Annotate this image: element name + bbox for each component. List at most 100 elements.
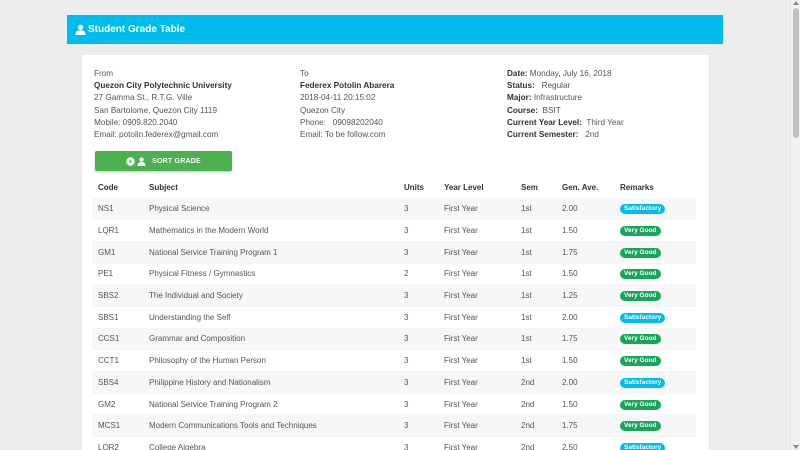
grade-table: Code Subject Units Year Level Sem Gen. A… <box>92 177 696 450</box>
cell-units: 3 <box>398 349 438 372</box>
remark-badge: Satisfactory <box>620 377 666 388</box>
remark-badge: Very Good <box>620 356 661 367</box>
cell-code: GM2 <box>92 392 143 415</box>
cell-sem: 1st <box>515 305 556 329</box>
cell-subject: Philosophy of the Human Person <box>143 349 398 372</box>
cell-code: LQR2 <box>92 436 143 450</box>
col-header-code[interactable]: Code <box>92 177 143 198</box>
table-row: CCT1 Philosophy of the Human Person 3 First… <box>92 349 696 372</box>
from-label: From <box>94 69 114 78</box>
col-header-remarks[interactable]: Remarks <box>614 177 696 198</box>
remark-badge: Very Good <box>620 291 661 302</box>
table-row: PE1 Physical Fitness / Gymnastics 2 First Y… <box>92 262 696 285</box>
to-label: To <box>300 69 309 78</box>
vertical-scrollbar[interactable] <box>790 0 800 450</box>
cell-sem: 1st <box>515 327 556 350</box>
cell-sem: 1st <box>515 284 556 307</box>
from-line: Mobile: 0909.820.2040 <box>94 117 178 127</box>
col-header-gen-ave[interactable]: Gen. Ave. <box>556 177 614 198</box>
to-name: Federex Potolin Abarera <box>300 81 395 91</box>
cell-year: First Year <box>438 284 515 307</box>
cell-remarks: Very Good <box>614 284 696 307</box>
cell-code: PE1 <box>92 262 143 285</box>
cell-year: First Year <box>438 349 515 372</box>
detail-course: Course: BSIT <box>507 105 561 115</box>
scroll-down-icon[interactable] <box>793 445 799 449</box>
cell-ave: 2.50 <box>556 436 614 450</box>
to-block: To Federex Potolin Abarera 2018-04-11 20… <box>300 68 394 141</box>
table-header-row: Code Subject Units Year Level Sem Gen. A… <box>92 177 696 198</box>
page-title: Student Grade Table <box>88 24 186 35</box>
cell-ave: 1.25 <box>556 284 614 307</box>
col-header-year-level[interactable]: Year Level <box>438 177 515 198</box>
cell-remarks: Satisfactory <box>614 305 696 329</box>
cell-year: First Year <box>438 327 515 350</box>
cell-year: First Year <box>438 240 515 264</box>
remark-badge: Satisfactory <box>620 443 666 450</box>
from-line: 27 Gamma St., R.T.G. Ville <box>94 93 193 103</box>
cell-units: 3 <box>398 305 438 329</box>
cell-units: 3 <box>398 392 438 415</box>
cell-subject: Philippine History and Nationalism <box>143 371 398 394</box>
cell-ave: 1.50 <box>556 349 614 372</box>
remark-badge: Very Good <box>620 269 661 280</box>
cell-ave: 2.00 <box>556 371 614 394</box>
scroll-up-icon[interactable] <box>793 1 799 5</box>
cell-sem: 2nd <box>515 371 556 394</box>
cell-remarks: Very Good <box>614 349 696 372</box>
remark-badge: Satisfactory <box>620 312 666 323</box>
to-line: 2018-04-11 20:15:02 <box>300 93 376 103</box>
cell-units: 2 <box>398 262 438 285</box>
cell-remarks: Satisfactory <box>614 436 696 450</box>
sort-grade-button[interactable]: SORT GRADE <box>95 151 232 171</box>
table-row: GM1 National Service Training Program 13F… <box>92 240 696 264</box>
scrollbar-thumb[interactable] <box>793 8 799 138</box>
cell-units: 3 <box>398 371 438 394</box>
cell-remarks: Very Good <box>614 392 696 415</box>
remark-badge: Very Good <box>620 421 661 432</box>
details-block: Date: Monday, July 16, 2018 Status: Regu… <box>507 68 624 141</box>
cell-units: 3 <box>398 240 438 264</box>
table-row: SBS2 The Individual and Society 3 First Yea… <box>92 284 696 307</box>
detail-year-level: Current Year Level: Third Year <box>507 117 624 127</box>
remark-badge: Very Good <box>620 226 661 237</box>
cell-sem: 1st <box>515 219 556 242</box>
cell-subject: Understanding the Self <box>143 305 398 329</box>
cell-sem: 1st <box>515 240 556 264</box>
to-line: Phone: 09098202040 <box>300 117 383 127</box>
grade-card: From Quezon City Polytechnic University … <box>82 55 709 450</box>
cell-subject: Grammar and Composition <box>143 327 398 350</box>
cell-year: First Year <box>438 371 515 394</box>
table-row: NS1 Physical Science 3 First Year 1st 2.00 Sat… <box>92 197 696 220</box>
cell-ave: 2.00 <box>556 305 614 329</box>
cell-subject: Modern Communications Tools and Techniqu… <box>143 414 398 437</box>
detail-major: Major: Infrastructure <box>507 93 583 103</box>
cell-ave: 1.75 <box>556 327 614 350</box>
from-block: From Quezon City Polytechnic University … <box>94 68 232 141</box>
cell-code: SBS1 <box>92 305 143 329</box>
cell-year: First Year <box>438 305 515 329</box>
cell-ave: 1.50 <box>556 392 614 415</box>
cell-code: GM1 <box>92 240 143 264</box>
from-line: San Bartolome, Quezon City 1119 <box>94 105 218 115</box>
from-name: Quezon City Polytechnic University <box>94 81 232 91</box>
col-header-sem[interactable]: Sem <box>515 177 556 198</box>
cell-units: 3 <box>398 327 438 350</box>
cell-units: 3 <box>398 414 438 437</box>
table-row: SBS4 Philippine History and Nationalism 3 F… <box>92 371 696 394</box>
cell-remarks: Very Good <box>614 414 696 437</box>
col-header-subject[interactable]: Subject <box>143 177 398 198</box>
table-row: CCS1 Grammar and Composition 3 First Year 1s… <box>92 327 696 350</box>
col-header-units[interactable]: Units <box>398 177 438 198</box>
detail-date: Date: Monday, July 16, 2018 <box>507 69 612 78</box>
cell-units: 3 <box>398 284 438 307</box>
cell-subject: Physical Science <box>143 197 398 220</box>
remark-badge: Very Good <box>620 247 661 258</box>
cell-units: 3 <box>398 436 438 450</box>
cell-code: LQR1 <box>92 219 143 242</box>
cell-remarks: Very Good <box>614 262 696 285</box>
cell-remarks: Very Good <box>614 219 696 242</box>
cell-year: First Year <box>438 219 515 242</box>
cell-subject: Mathematics in the Modern World <box>143 219 398 242</box>
detail-status: Status: Regular <box>507 81 571 91</box>
